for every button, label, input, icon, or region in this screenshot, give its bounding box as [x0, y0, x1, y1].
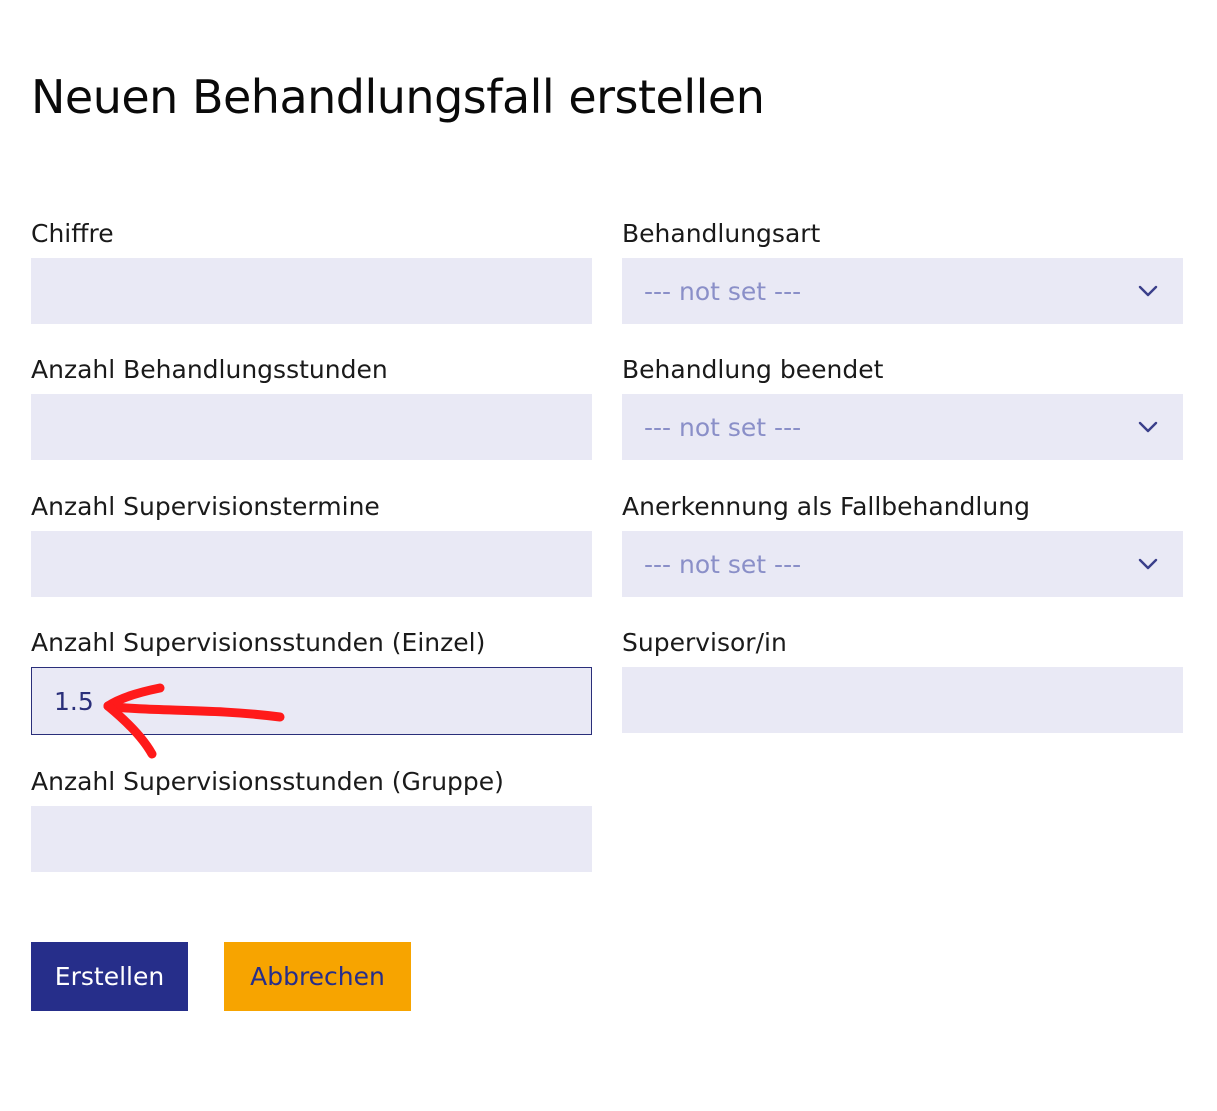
anerkennung-selected-value: --- not set --- — [644, 549, 802, 579]
supervisionstermine-label: Anzahl Supervisionstermine — [31, 492, 380, 521]
behandlung-beendet-selected-value: --- not set --- — [644, 412, 802, 442]
supervisionsstunden-einzel-input[interactable] — [31, 667, 592, 735]
chevron-down-icon — [1137, 416, 1159, 438]
supervisionsstunden-einzel-label: Anzahl Supervisionsstunden (Einzel) — [31, 628, 486, 657]
behandlungsart-select[interactable]: --- not set --- — [622, 258, 1183, 324]
chevron-down-icon — [1137, 280, 1159, 302]
behandlungsart-selected-value: --- not set --- — [644, 276, 802, 306]
anerkennung-select[interactable]: --- not set --- — [622, 531, 1183, 597]
supervisor-label: Supervisor/in — [622, 628, 787, 657]
behandlungsstunden-input[interactable] — [31, 394, 592, 460]
supervisionsstunden-gruppe-label: Anzahl Supervisionsstunden (Gruppe) — [31, 767, 504, 796]
behandlung-beendet-select[interactable]: --- not set --- — [622, 394, 1183, 460]
behandlungsstunden-label: Anzahl Behandlungsstunden — [31, 355, 388, 384]
chiffre-label: Chiffre — [31, 219, 114, 248]
supervisionstermine-input[interactable] — [31, 531, 592, 597]
supervisor-input[interactable] — [622, 667, 1183, 733]
page-title: Neuen Behandlungsfall erstellen — [31, 70, 765, 124]
abbrechen-button[interactable]: Abbrechen — [224, 942, 411, 1011]
behandlungsart-label: Behandlungsart — [622, 219, 821, 248]
supervisionsstunden-gruppe-input[interactable] — [31, 806, 592, 872]
chiffre-input[interactable] — [31, 258, 592, 324]
chevron-down-icon — [1137, 553, 1159, 575]
anerkennung-label: Anerkennung als Fallbehandlung — [622, 492, 1030, 521]
behandlung-beendet-label: Behandlung beendet — [622, 355, 884, 384]
erstellen-button[interactable]: Erstellen — [31, 942, 188, 1011]
